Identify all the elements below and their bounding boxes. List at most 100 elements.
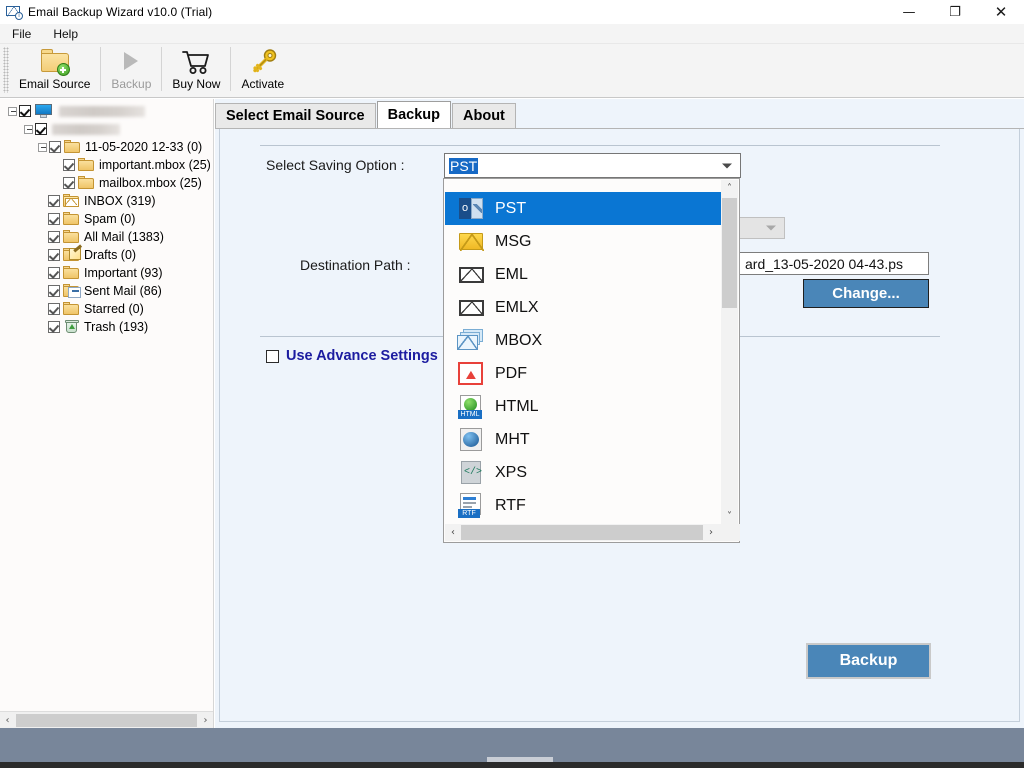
maximize-button[interactable]: ❐ bbox=[932, 0, 978, 24]
chevron-down-icon[interactable] bbox=[722, 163, 732, 168]
tree-item-label: important.mbox (25) bbox=[99, 158, 211, 172]
tab-select-email-source[interactable]: Select Email Source bbox=[215, 103, 376, 128]
destination-path-label: Destination Path : bbox=[300, 257, 411, 273]
tree-checkbox[interactable] bbox=[19, 105, 31, 117]
toolbar-button-backup[interactable]: Backup bbox=[101, 44, 161, 94]
folder-icon bbox=[64, 140, 81, 154]
tree-item-starred[interactable]: Starred (0) bbox=[0, 300, 213, 318]
folder-icon bbox=[78, 158, 95, 172]
menu-item-help[interactable]: Help bbox=[53, 27, 78, 41]
tree-item-all-mail[interactable]: All Mail (1383) bbox=[0, 228, 213, 246]
collapse-expander-icon[interactable] bbox=[8, 106, 17, 116]
tree-checkbox[interactable] bbox=[63, 159, 75, 171]
close-button[interactable]: ✕ bbox=[978, 0, 1024, 24]
backup-button[interactable]: Backup bbox=[806, 643, 931, 679]
chevron-down-icon bbox=[766, 225, 776, 231]
scrollbar-thumb[interactable] bbox=[461, 525, 703, 540]
tree-item-sent-mail[interactable]: Sent Mail (86) bbox=[0, 282, 213, 300]
tree-item-inbox[interactable]: INBOX (319) bbox=[0, 192, 213, 210]
menu-bar: File Help bbox=[0, 24, 1024, 44]
tree-item-label-redacted bbox=[52, 123, 120, 135]
dropdown-option-label: HTML bbox=[495, 397, 539, 415]
advance-settings-row[interactable]: Use Advance Settings bbox=[266, 348, 438, 364]
tree-item-label: mailbox.mbox (25) bbox=[99, 176, 202, 190]
menu-item-file[interactable]: File bbox=[12, 27, 31, 41]
folder-sent-icon bbox=[63, 284, 81, 298]
change-button[interactable]: Change... bbox=[803, 279, 929, 308]
scroll-down-arrow-icon[interactable]: ˅ bbox=[721, 508, 738, 525]
application-window: i Email Backup Wizard v10.0 (Trial) — ❐ … bbox=[0, 0, 1024, 768]
dropdown-option-eml[interactable]: EML bbox=[445, 258, 722, 291]
tree-item-backup-folder[interactable]: 11-05-2020 12-33 (0) bbox=[0, 138, 213, 156]
tree-checkbox[interactable] bbox=[48, 249, 60, 261]
dropdown-option-emlx[interactable]: EMLX bbox=[445, 291, 722, 324]
tree-item-account[interactable] bbox=[0, 120, 213, 138]
play-icon bbox=[115, 46, 147, 76]
collapse-expander-icon[interactable] bbox=[38, 142, 47, 152]
tree-item-drafts[interactable]: Drafts (0) bbox=[0, 244, 213, 264]
dropdown-horizontal-scrollbar[interactable]: ‹ › bbox=[445, 524, 740, 541]
tree-item-label-redacted bbox=[59, 105, 145, 117]
scrollbar-thumb[interactable] bbox=[722, 198, 737, 308]
dropdown-option-xps[interactable]: XPS bbox=[445, 456, 722, 489]
tree-item-root[interactable] bbox=[0, 102, 213, 120]
tab-about[interactable]: About bbox=[452, 103, 516, 128]
scroll-left-arrow-icon[interactable]: ‹ bbox=[0, 713, 15, 728]
rtf-icon: RTF bbox=[457, 492, 487, 519]
dropdown-option-pdf[interactable]: PDF bbox=[445, 357, 722, 390]
toolbar-button-activate[interactable]: Activate bbox=[231, 44, 294, 94]
collapse-expander-icon[interactable] bbox=[24, 124, 33, 134]
dropdown-option-label: EML bbox=[495, 265, 528, 283]
dropdown-option-html[interactable]: HTML HTML bbox=[445, 390, 722, 423]
tree-checkbox[interactable] bbox=[48, 195, 60, 207]
scroll-up-arrow-icon[interactable]: ˄ bbox=[721, 180, 738, 197]
dropdown-option-mbox[interactable]: MBOX bbox=[445, 324, 722, 357]
dropdown-vertical-scrollbar[interactable]: ˄ ˅ bbox=[721, 180, 738, 525]
folder-add-icon bbox=[39, 46, 71, 76]
toolbar: Email Source Backup Buy Now Activate bbox=[0, 44, 1024, 98]
tree-item-important[interactable]: Important (93) bbox=[0, 264, 213, 282]
tree-checkbox[interactable] bbox=[48, 231, 60, 243]
toolbar-button-email-source[interactable]: Email Source bbox=[9, 44, 100, 94]
tab-backup[interactable]: Backup bbox=[376, 101, 452, 128]
dropdown-option-label: PST bbox=[495, 199, 527, 217]
scroll-right-arrow-icon[interactable]: › bbox=[703, 525, 719, 541]
tree-checkbox[interactable] bbox=[35, 123, 47, 135]
tree-checkbox[interactable] bbox=[48, 267, 60, 279]
pst-icon: o bbox=[457, 196, 487, 222]
folder-icon bbox=[63, 212, 80, 226]
tree-item-trash[interactable]: Trash (193) bbox=[0, 318, 213, 336]
dropdown-option-mht[interactable]: MHT bbox=[445, 423, 722, 456]
folder-icon bbox=[63, 302, 80, 316]
tree-checkbox[interactable] bbox=[48, 213, 60, 225]
tree-item-mailbox-mbox[interactable]: mailbox.mbox (25) bbox=[0, 174, 213, 192]
dropdown-option-label: XPS bbox=[495, 463, 528, 481]
scrollbar-thumb[interactable] bbox=[16, 713, 197, 727]
dropdown-option-label: RTF bbox=[495, 496, 526, 514]
dropdown-option-msg[interactable]: MSG bbox=[445, 225, 722, 258]
tree-item-label: 11-05-2020 12-33 (0) bbox=[85, 140, 203, 154]
tree-item-label: Trash (193) bbox=[84, 320, 149, 334]
tree-item-label: INBOX (319) bbox=[84, 194, 156, 208]
tree-checkbox[interactable] bbox=[48, 285, 60, 297]
minimize-button[interactable]: — bbox=[886, 0, 932, 24]
advance-settings-checkbox[interactable] bbox=[266, 349, 279, 363]
scroll-right-arrow-icon[interactable]: › bbox=[198, 713, 213, 728]
destination-path-value: ard_13-05-2020 04-43.ps bbox=[745, 255, 904, 272]
tree-checkbox[interactable] bbox=[48, 303, 60, 315]
tree-item-label: Starred (0) bbox=[84, 302, 144, 316]
section-divider-top bbox=[260, 145, 940, 146]
tree-checkbox[interactable] bbox=[49, 141, 61, 153]
tab-bar: Select Email Source Backup About bbox=[215, 101, 517, 128]
dropdown-option-pst[interactable]: o PST bbox=[445, 192, 722, 225]
tree-item-important-mbox[interactable]: important.mbox (25) bbox=[0, 156, 213, 174]
toolbar-button-buy-now[interactable]: Buy Now bbox=[162, 44, 230, 94]
tree-item-label: Drafts (0) bbox=[84, 248, 137, 262]
tree-checkbox[interactable] bbox=[63, 177, 75, 189]
dropdown-option-rtf[interactable]: RTF RTF bbox=[445, 489, 722, 522]
tree-checkbox[interactable] bbox=[48, 321, 60, 333]
tree-horizontal-scrollbar[interactable]: ‹ › bbox=[0, 711, 213, 728]
saving-option-combobox[interactable]: PST bbox=[444, 153, 741, 178]
scroll-left-arrow-icon[interactable]: ‹ bbox=[445, 525, 461, 541]
tree-item-spam[interactable]: Spam (0) bbox=[0, 210, 213, 228]
